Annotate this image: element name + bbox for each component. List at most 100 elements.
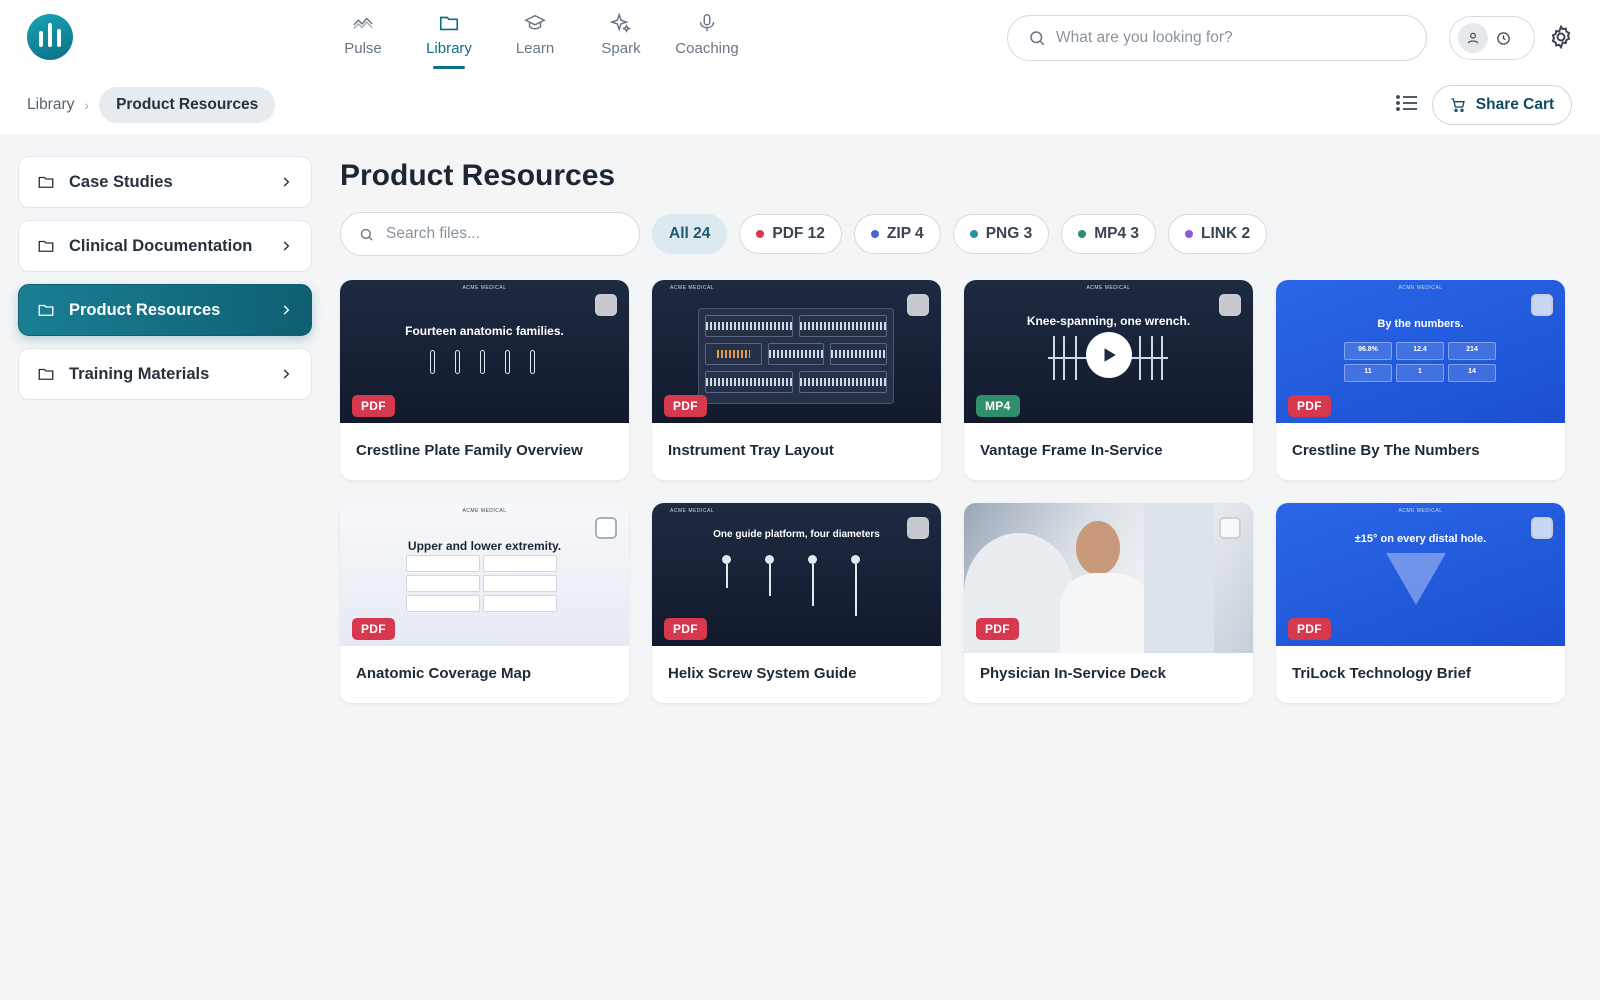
top-bar: Pulse Library Learn Spark Coaching Libra… [0, 0, 1600, 134]
breadcrumb: Library › Product Resources [27, 87, 276, 123]
filter-label: LINK 2 [1201, 225, 1251, 242]
filter-png[interactable]: PNG 3 [952, 214, 1050, 254]
microphone-icon [699, 14, 715, 32]
nav-label: Pulse [344, 40, 382, 57]
nav-library[interactable]: Library [406, 8, 492, 69]
sidebar-item-case-studies[interactable]: Case Studies [18, 156, 312, 208]
file-thumbnail: ACME MEDICAL By the numbers. 96.8% 12.4 … [1276, 280, 1565, 423]
file-type-badge: PDF [664, 395, 707, 417]
nav-pulse[interactable]: Pulse [320, 8, 406, 68]
main-nav: Pulse Library Learn Spark Coaching [320, 8, 750, 69]
file-card[interactable]: ACME MEDICAL PDF Instrument Tray Layout [652, 280, 941, 480]
file-title: Anatomic Coverage Map [356, 665, 532, 682]
thumb-brand: ACME MEDICAL [1086, 285, 1131, 291]
play-icon [1104, 348, 1116, 362]
filter-label: PNG 3 [985, 225, 1033, 242]
thumb-brand: ACME MEDICAL [670, 508, 715, 514]
breadcrumb-library[interactable]: Library [27, 96, 74, 114]
breadcrumb-current: Product Resources [99, 87, 276, 123]
play-button[interactable] [1086, 332, 1132, 378]
file-card[interactable]: ACME MEDICAL One guide platform, four di… [652, 503, 941, 703]
stat-value: 11 [1344, 364, 1392, 382]
sidebar: Case Studies Clinical Documentation Prod… [18, 156, 312, 412]
global-search[interactable] [1007, 15, 1427, 61]
file-title: Helix Screw System Guide [668, 665, 857, 682]
select-checkbox[interactable] [1219, 517, 1241, 539]
file-title: Vantage Frame In-Service [980, 442, 1163, 459]
nav-coaching[interactable]: Coaching [664, 8, 750, 68]
file-card[interactable]: ACME MEDICAL Knee-spanning, one wrench. … [964, 280, 1253, 480]
clock-icon[interactable] [1496, 31, 1511, 46]
filter-label: ZIP 4 [886, 225, 924, 242]
folder-icon [439, 16, 459, 31]
file-thumbnail: ACME MEDICAL Upper and lower extremity. … [340, 503, 629, 646]
nav-label: Coaching [675, 40, 739, 57]
thumb-headline: ±15° on every distal hole. [1354, 533, 1487, 545]
file-type-badge: MP4 [976, 395, 1020, 417]
page-title: Product Resources [340, 159, 616, 192]
select-checkbox[interactable] [907, 517, 929, 539]
nav-label: Learn [515, 40, 555, 57]
file-thumbnail: ACME MEDICAL Fourteen anatomic families.… [340, 280, 629, 423]
thumb-headline: Upper and lower extremity. [407, 539, 562, 553]
global-search-input[interactable] [1056, 29, 1386, 47]
select-checkbox[interactable] [907, 294, 929, 316]
file-card[interactable]: ACME MEDICAL Upper and lower extremity. … [340, 503, 629, 703]
nav-label: Library [426, 40, 472, 57]
select-checkbox[interactable] [1531, 294, 1553, 316]
stat-value: 96.8% [1344, 342, 1392, 360]
png-dot [969, 230, 978, 238]
nav-spark[interactable]: Spark [578, 8, 664, 68]
sidebar-item-clinical-documentation[interactable]: Clinical Documentation [18, 220, 312, 272]
user-menu[interactable] [1449, 16, 1535, 60]
select-checkbox[interactable] [595, 517, 617, 539]
sidebar-item-product-resources[interactable]: Product Resources [18, 284, 312, 336]
stat-value: 14 [1448, 364, 1496, 382]
sidebar-item-label: Product Resources [69, 300, 221, 319]
filter-label: MP4 3 [1094, 225, 1140, 242]
file-card[interactable]: PDF Physician In-Service Deck [964, 503, 1253, 703]
stats-grid: 96.8% 12.4 214 11 1 14 [1344, 342, 1496, 382]
thumb-brand: ACME MEDICAL [670, 285, 715, 291]
file-title: TriLock Technology Brief [1292, 665, 1471, 682]
chevron-right-icon [283, 177, 290, 187]
app-logo[interactable] [27, 14, 73, 60]
filter-zip[interactable]: ZIP 4 [853, 214, 941, 254]
graduation-cap-icon [524, 14, 546, 30]
sparkle-icon [610, 12, 631, 33]
file-title: Crestline Plate Family Overview [356, 442, 583, 459]
share-cart-button[interactable]: Share Cart [1432, 85, 1572, 125]
gear-icon[interactable] [1548, 24, 1574, 50]
file-search[interactable] [340, 212, 640, 256]
filter-link[interactable]: LINK 2 [1168, 214, 1268, 254]
filter-mp4[interactable]: MP4 3 [1061, 214, 1157, 254]
nav-label: Spark [601, 40, 641, 57]
file-search-input[interactable] [386, 225, 626, 243]
file-card[interactable]: ACME MEDICAL By the numbers. 96.8% 12.4 … [1276, 280, 1565, 480]
mp4-dot [1078, 230, 1087, 238]
select-checkbox[interactable] [1219, 294, 1241, 316]
select-checkbox[interactable] [595, 294, 617, 316]
thumb-brand: ACME MEDICAL [1398, 285, 1443, 291]
avatar[interactable] [1458, 23, 1488, 53]
share-cart-label: Share Cart [1475, 96, 1555, 113]
plate-illustration [430, 350, 535, 374]
file-title: Crestline By The Numbers [1292, 442, 1480, 459]
file-card[interactable]: ACME MEDICAL Fourteen anatomic families.… [340, 280, 629, 480]
filter-pdf[interactable]: PDF 12 [739, 214, 842, 254]
filter-all[interactable]: All 24 [652, 214, 728, 254]
select-checkbox[interactable] [1531, 517, 1553, 539]
sidebar-item-training-materials[interactable]: Training Materials [18, 348, 312, 400]
file-thumbnail: ACME MEDICAL ±15° on every distal hole. … [1276, 503, 1565, 646]
file-card[interactable]: ACME MEDICAL ±15° on every distal hole. … [1276, 503, 1565, 703]
file-title: Instrument Tray Layout [668, 442, 834, 459]
folder-icon [38, 240, 54, 252]
sidebar-item-label: Clinical Documentation [69, 236, 253, 255]
list-view-icon[interactable] [1395, 92, 1419, 114]
nav-learn[interactable]: Learn [492, 8, 578, 68]
coverage-table [406, 555, 557, 612]
pdf-dot [756, 230, 765, 238]
sidebar-item-label: Training Materials [69, 364, 210, 383]
thumb-brand: ACME MEDICAL [462, 285, 507, 291]
search-icon [360, 228, 373, 241]
